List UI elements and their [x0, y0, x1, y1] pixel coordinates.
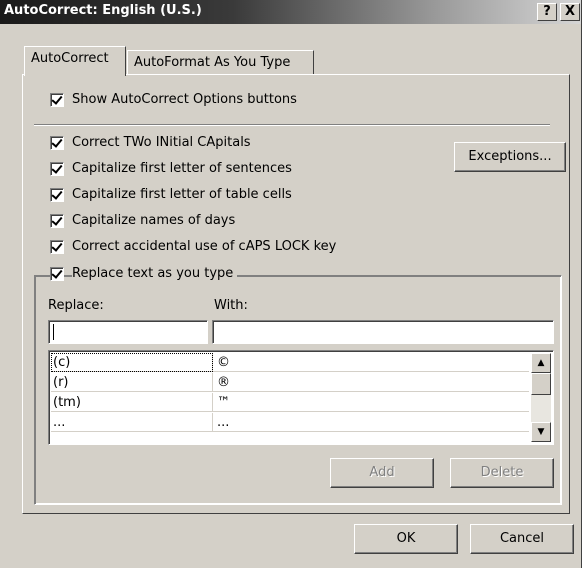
tab-label: AutoFormat As You Type: [134, 55, 291, 70]
delete-button[interactable]: Delete: [450, 458, 554, 488]
tab-autocorrect[interactable]: AutoCorrect: [24, 46, 126, 76]
checkbox-label: Replace text as you type: [72, 266, 238, 281]
checkbox-checked[interactable]: [50, 188, 64, 202]
arrow-down-icon: ▼: [537, 427, 545, 437]
list-scrollbar[interactable]: ▲ ▼: [531, 353, 551, 442]
checkbox-checked[interactable]: [50, 214, 64, 228]
checkbox-checked[interactable]: [50, 240, 64, 254]
tab-autoformat-as-you-type[interactable]: AutoFormat As You Type: [127, 50, 314, 74]
capitalize-days-checkbox[interactable]: Capitalize names of days: [50, 213, 350, 231]
checkbox-label: Correct accidental use of cAPS LOCK key: [72, 239, 337, 254]
capitalize-table-cells-checkbox[interactable]: Capitalize first letter of table cells: [50, 187, 350, 205]
checkbox-label: Capitalize first letter of table cells: [72, 187, 292, 202]
scroll-thumb[interactable]: [531, 373, 551, 395]
replace-input[interactable]: [48, 320, 208, 344]
title-bar: AutoCorrect: English (U.S.) ? X: [0, 0, 581, 24]
arrow-up-icon: ▲: [537, 358, 545, 368]
show-autocorrect-options-checkbox[interactable]: Show AutoCorrect Options buttons: [50, 92, 350, 110]
autocorrect-dialog: AutoCorrect: English (U.S.) ? X AutoForm…: [0, 0, 582, 568]
divider: [34, 124, 550, 126]
ok-button[interactable]: OK: [354, 524, 458, 554]
correct-two-initial-capitals-checkbox[interactable]: Correct TWo INitial CApitals: [50, 135, 350, 153]
checkbox-checked[interactable]: [50, 136, 64, 150]
list-item-replace: (tm): [51, 393, 213, 412]
list-item-replace: ...: [51, 413, 213, 432]
scroll-up-button[interactable]: ▲: [531, 353, 551, 373]
list-item[interactable]: ... ...: [51, 413, 529, 432]
checkbox-label: Capitalize names of days: [72, 213, 236, 228]
text-caret: [53, 324, 54, 340]
with-input[interactable]: [212, 320, 554, 344]
checkbox-checked[interactable]: [50, 267, 64, 281]
checkbox-label: Correct TWo INitial CApitals: [72, 135, 251, 150]
scroll-down-button[interactable]: ▼: [531, 422, 551, 442]
help-button[interactable]: ?: [537, 3, 557, 21]
with-label: With:: [214, 298, 248, 313]
list-item[interactable]: (r) ®: [51, 373, 529, 392]
list-item-with: ®: [217, 375, 230, 390]
list-item[interactable]: (c) ©: [51, 353, 529, 372]
list-item-replace: (c): [51, 353, 213, 372]
replace-label: Replace:: [48, 298, 104, 313]
exceptions-button[interactable]: Exceptions...: [454, 142, 566, 172]
capitalize-sentences-checkbox[interactable]: Capitalize first letter of sentences: [50, 161, 350, 179]
list-item-replace: (r): [51, 373, 213, 392]
list-item-with: ©: [217, 355, 230, 370]
checkbox-label: Show AutoCorrect Options buttons: [72, 92, 297, 107]
checkbox-checked[interactable]: [50, 93, 64, 107]
window-title: AutoCorrect: English (U.S.): [4, 3, 202, 18]
list-item-with: ™: [217, 395, 230, 410]
correct-caps-lock-checkbox[interactable]: Correct accidental use of cAPS LOCK key: [50, 239, 390, 257]
list-item[interactable]: (tm) ™: [51, 393, 529, 412]
replace-text-as-you-type-checkbox[interactable]: Replace text as you type: [50, 266, 280, 284]
cancel-button[interactable]: Cancel: [470, 524, 574, 554]
close-button[interactable]: X: [560, 3, 580, 21]
add-button[interactable]: Add: [330, 458, 434, 488]
tab-label: AutoCorrect: [31, 51, 109, 66]
checkbox-checked[interactable]: [50, 162, 64, 176]
list-item-with: ...: [217, 415, 230, 430]
checkbox-label: Capitalize first letter of sentences: [72, 161, 292, 176]
replacement-list[interactable]: (c) © (r) ® (tm) ™ ... ... ▲ ▼: [48, 350, 554, 445]
